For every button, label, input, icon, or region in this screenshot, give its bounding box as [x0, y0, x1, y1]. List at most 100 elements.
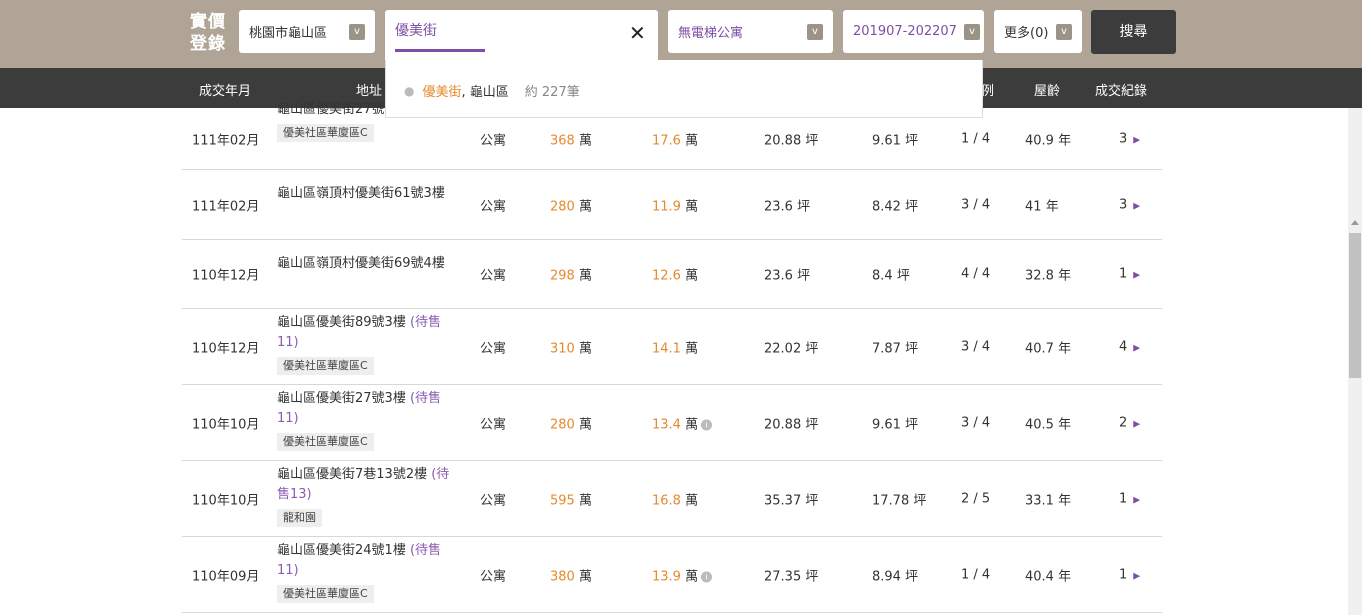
- row-tag[interactable]: 優美社區華廈區C: [277, 357, 374, 375]
- row-area-main-value: 17.78: [872, 493, 910, 508]
- row-price-unit: 萬: [578, 133, 592, 148]
- col-age[interactable]: 屋齡: [1034, 80, 1060, 99]
- chevron-down-icon: v: [807, 24, 823, 40]
- row-area-total-value: 35.37: [764, 493, 802, 508]
- row-tag[interactable]: 龍和園: [277, 509, 322, 527]
- table-row[interactable]: 110年12月 龜山區優美街89號3樓 (待售11) 優美社區華廈區C 公寓 3…: [182, 309, 1162, 385]
- row-floor: 1 / 4: [961, 131, 991, 146]
- chevron-right-icon[interactable]: ▶: [1133, 419, 1140, 429]
- row-area-total-value: 23.6: [764, 199, 793, 214]
- row-date: 110年10月: [192, 493, 260, 508]
- chevron-down-icon: v: [1056, 24, 1072, 40]
- table-row[interactable]: 110年10月 龜山區優美街7巷13號2樓 (待售13) 龍和園 公寓 595 …: [182, 461, 1162, 537]
- row-price-value: 280: [550, 199, 575, 214]
- suggestion-highlight: 優美街: [422, 85, 462, 100]
- row-age-unit: 年: [1058, 268, 1072, 284]
- row-price: 380 萬: [550, 565, 592, 584]
- row-area-total-unit: 坪: [797, 199, 811, 214]
- info-icon[interactable]: i: [701, 571, 713, 582]
- chevron-right-icon[interactable]: ▶: [1133, 135, 1140, 145]
- row-unit-price-value: 14.1: [652, 341, 681, 356]
- city-select[interactable]: 桃園市龜山區 v: [239, 10, 375, 53]
- row-area-main-unit: 坪: [905, 341, 919, 356]
- row-address-main: 龜山區優美街27號: [277, 102, 385, 117]
- row-tag[interactable]: 優美社區華廈區C: [277, 433, 374, 451]
- row-unit-price: 13.4 萬i: [652, 413, 713, 432]
- table-row[interactable]: 110年09月 龜山區優美街24號1樓 (待售11) 優美社區華廈區C 公寓 3…: [182, 537, 1162, 613]
- logo[interactable]: 實價 登錄: [190, 11, 230, 55]
- chevron-right-icon[interactable]: ▶: [1133, 201, 1140, 211]
- row-price-value: 380: [550, 569, 575, 584]
- col-date[interactable]: 成交年月: [199, 80, 251, 99]
- row-tag[interactable]: 優美社區華廈區C: [277, 585, 374, 603]
- row-record[interactable]: 3 ▶: [1119, 131, 1140, 146]
- row-record[interactable]: 4 ▶: [1119, 339, 1140, 354]
- row-area-total-value: 22.02: [764, 341, 802, 356]
- scrollbar[interactable]: [1348, 108, 1362, 615]
- table-row[interactable]: 110年12月 龜山區嶺頂村優美街69號4樓 公寓 298 萬 12.6 萬 2…: [182, 240, 1162, 309]
- search-button[interactable]: 搜尋: [1091, 10, 1176, 54]
- row-age-unit: 年: [1058, 569, 1072, 584]
- row-age-value: 33.1: [1025, 493, 1054, 508]
- row-address-main: 龜山區優美街27號3樓: [277, 391, 406, 406]
- table-row[interactable]: 110年10月 龜山區優美街27號3樓 (待售11) 優美社區華廈區C 公寓 2…: [182, 385, 1162, 461]
- row-age-value: 32.8: [1025, 268, 1054, 284]
- chevron-right-icon[interactable]: ▶: [1133, 271, 1140, 281]
- row-unit-price-value: 13.4: [652, 417, 681, 432]
- row-area-main: 9.61 坪: [872, 413, 918, 432]
- more-filters-select[interactable]: 更多(0) v: [994, 10, 1082, 53]
- row-record[interactable]: 2 ▶: [1119, 415, 1140, 430]
- search-box: ✕: [385, 10, 658, 60]
- table-row[interactable]: 111年02月 龜山區嶺頂村優美街61號3樓 公寓 280 萬 11.9 萬 2…: [182, 170, 1162, 240]
- row-price-unit: 萬: [578, 417, 592, 432]
- row-address[interactable]: 龜山區嶺頂村優美街61號3樓: [277, 184, 452, 204]
- period-select[interactable]: 201907-202207 v: [843, 10, 984, 53]
- info-icon[interactable]: i: [701, 419, 713, 430]
- row-address[interactable]: 龜山區優美街27號3樓 (待售11) 優美社區華廈區C: [277, 389, 452, 452]
- row-area-total-unit: 坪: [805, 417, 819, 432]
- row-age: 40.7 年: [1025, 337, 1071, 356]
- chevron-right-icon[interactable]: ▶: [1133, 571, 1140, 581]
- row-date: 111年02月: [192, 133, 260, 148]
- row-address[interactable]: 龜山區優美街89號3樓 (待售11) 優美社區華廈區C: [277, 313, 452, 376]
- row-age: 32.8 年: [1025, 265, 1071, 284]
- row-record[interactable]: 1 ▶: [1119, 491, 1140, 506]
- building-type-select[interactable]: 無電梯公寓 v: [668, 10, 833, 53]
- col-address[interactable]: 地址: [356, 80, 382, 99]
- row-area-main: 9.61 坪: [872, 129, 918, 148]
- row-record[interactable]: 1 ▶: [1119, 267, 1140, 282]
- row-floor: 2 / 5: [961, 491, 991, 506]
- row-unit-price-unit: 萬: [685, 199, 699, 214]
- row-area-main-value: 8.4: [872, 268, 893, 284]
- row-unit-price: 16.8 萬: [652, 489, 698, 508]
- row-age-value: 41: [1025, 199, 1042, 214]
- row-area-total: 35.37 坪: [764, 489, 818, 508]
- row-price-unit: 萬: [578, 493, 592, 508]
- row-address[interactable]: 龜山區優美街24號1樓 (待售11) 優美社區華廈區C: [277, 541, 452, 604]
- row-area-total: 23.6 坪: [764, 265, 810, 284]
- chevron-right-icon[interactable]: ▶: [1133, 343, 1140, 353]
- row-area-main-value: 8.94: [872, 569, 901, 584]
- building-type-label: 無電梯公寓: [678, 26, 744, 41]
- row-area-main-value: 8.42: [872, 199, 901, 214]
- row-record[interactable]: 3 ▶: [1119, 197, 1140, 212]
- close-icon[interactable]: ✕: [629, 21, 646, 45]
- row-address-main: 龜山區嶺頂村優美街69號4樓: [277, 256, 445, 271]
- row-address[interactable]: 龜山區優美街7巷13號2樓 (待售13) 龍和園: [277, 465, 452, 528]
- row-record[interactable]: 1 ▶: [1119, 567, 1140, 582]
- scroll-up-icon[interactable]: [1351, 220, 1359, 225]
- row-price-unit: 萬: [578, 199, 592, 214]
- row-address[interactable]: 龜山區嶺頂村優美街69號4樓: [277, 254, 452, 274]
- row-tag-wrap: 優美社區華廈區C: [277, 120, 452, 143]
- search-input[interactable]: [395, 22, 605, 38]
- row-tag[interactable]: 優美社區華廈區C: [277, 124, 374, 142]
- search-input-underline: [395, 49, 485, 52]
- scrollbar-thumb[interactable]: [1349, 233, 1361, 378]
- suggestion-item[interactable]: ● 優美街 , 龜山區 約 227筆: [404, 81, 580, 101]
- chevron-right-icon[interactable]: ▶: [1133, 495, 1140, 505]
- row-unit-price-value: 12.6: [652, 268, 681, 284]
- row-unit-price: 17.6 萬: [652, 129, 698, 148]
- col-record[interactable]: 成交紀錄: [1095, 80, 1147, 99]
- row-price-unit: 萬: [578, 341, 592, 356]
- row-price-unit: 萬: [578, 569, 592, 584]
